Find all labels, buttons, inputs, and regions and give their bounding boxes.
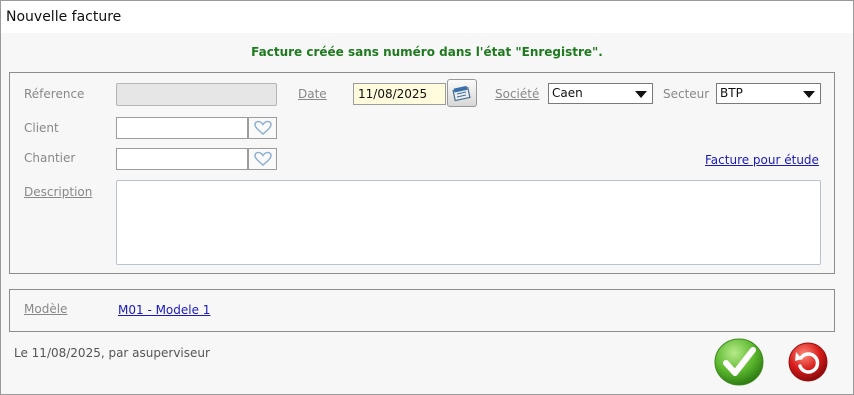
date-label[interactable]: Date [298, 87, 327, 101]
client-label: Client [24, 121, 59, 135]
societe-select[interactable]: Caen [548, 83, 653, 104]
chantier-field[interactable] [116, 148, 248, 170]
client-pick-button[interactable] [248, 117, 277, 139]
model-panel: Modèle M01 - Modele 1 [9, 289, 835, 332]
client-field[interactable] [116, 117, 248, 139]
title-bar: Nouvelle facture [1, 1, 853, 33]
audit-info: Le 11/08/2025, par asuperviseur [14, 346, 210, 360]
invoice-dialog: Nouvelle facture Facture créée sans numé… [0, 0, 854, 395]
reference-label: Réference [24, 87, 85, 101]
model-label[interactable]: Modèle [24, 302, 67, 316]
societe-value: Caen [552, 86, 583, 100]
description-label[interactable]: Description [24, 185, 92, 199]
study-invoice-link[interactable]: Facture pour étude [705, 153, 819, 167]
undo-icon [788, 342, 828, 382]
cancel-button[interactable] [788, 342, 828, 382]
secteur-value: BTP [720, 86, 743, 100]
heart-icon [253, 120, 272, 135]
model-link[interactable]: M01 - Modele 1 [118, 303, 210, 317]
description-field[interactable] [116, 180, 821, 265]
checkmark-icon [714, 338, 764, 386]
reference-field [116, 83, 277, 106]
validate-button[interactable] [714, 338, 764, 386]
chevron-down-icon [803, 91, 815, 98]
secteur-select[interactable]: BTP [716, 83, 821, 104]
window-title: Nouvelle facture [6, 9, 122, 25]
calendar-button[interactable] [447, 79, 477, 107]
invoice-form-panel: Réference Date 11/08/2025 Société Caen S… [9, 72, 835, 274]
heart-icon [253, 151, 272, 166]
status-message: Facture créée sans numéro dans l'état "E… [251, 45, 603, 59]
societe-label[interactable]: Société [495, 87, 539, 101]
calendar-icon [452, 85, 471, 102]
secteur-label: Secteur [663, 87, 710, 101]
chevron-down-icon [635, 91, 647, 98]
date-field[interactable]: 11/08/2025 [353, 83, 446, 105]
chantier-label: Chantier [24, 151, 76, 165]
chantier-pick-button[interactable] [248, 148, 277, 170]
